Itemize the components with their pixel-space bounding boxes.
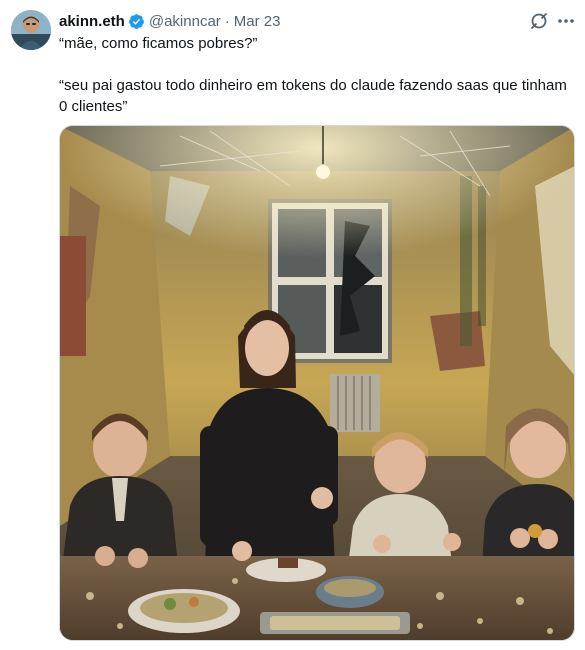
author-handle[interactable]: @akinncar (149, 13, 221, 30)
author-display-name[interactable]: akinn.eth (59, 13, 125, 30)
tweet-text-line-1: “mãe, como ficamos pobres?” (59, 35, 258, 52)
header-separator: · (224, 12, 230, 30)
verified-badge-icon (128, 13, 145, 30)
more-options-icon[interactable] (556, 11, 576, 31)
tweet-media-photo[interactable] (59, 125, 575, 641)
tweet: akinn.eth @akinncar · Mar 23 “mãe, como … (0, 0, 585, 650)
tweet-text-line-2: “seu pai gastou todo dinheiro em tokens … (59, 77, 567, 115)
tweet-text: “mãe, como ficamos pobres?” “seu pai gas… (59, 33, 574, 117)
author-avatar[interactable] (11, 10, 51, 50)
tweet-date[interactable]: Mar 23 (234, 13, 281, 30)
grok-icon[interactable] (529, 11, 549, 31)
tweet-header: akinn.eth @akinncar · Mar 23 (59, 10, 280, 32)
